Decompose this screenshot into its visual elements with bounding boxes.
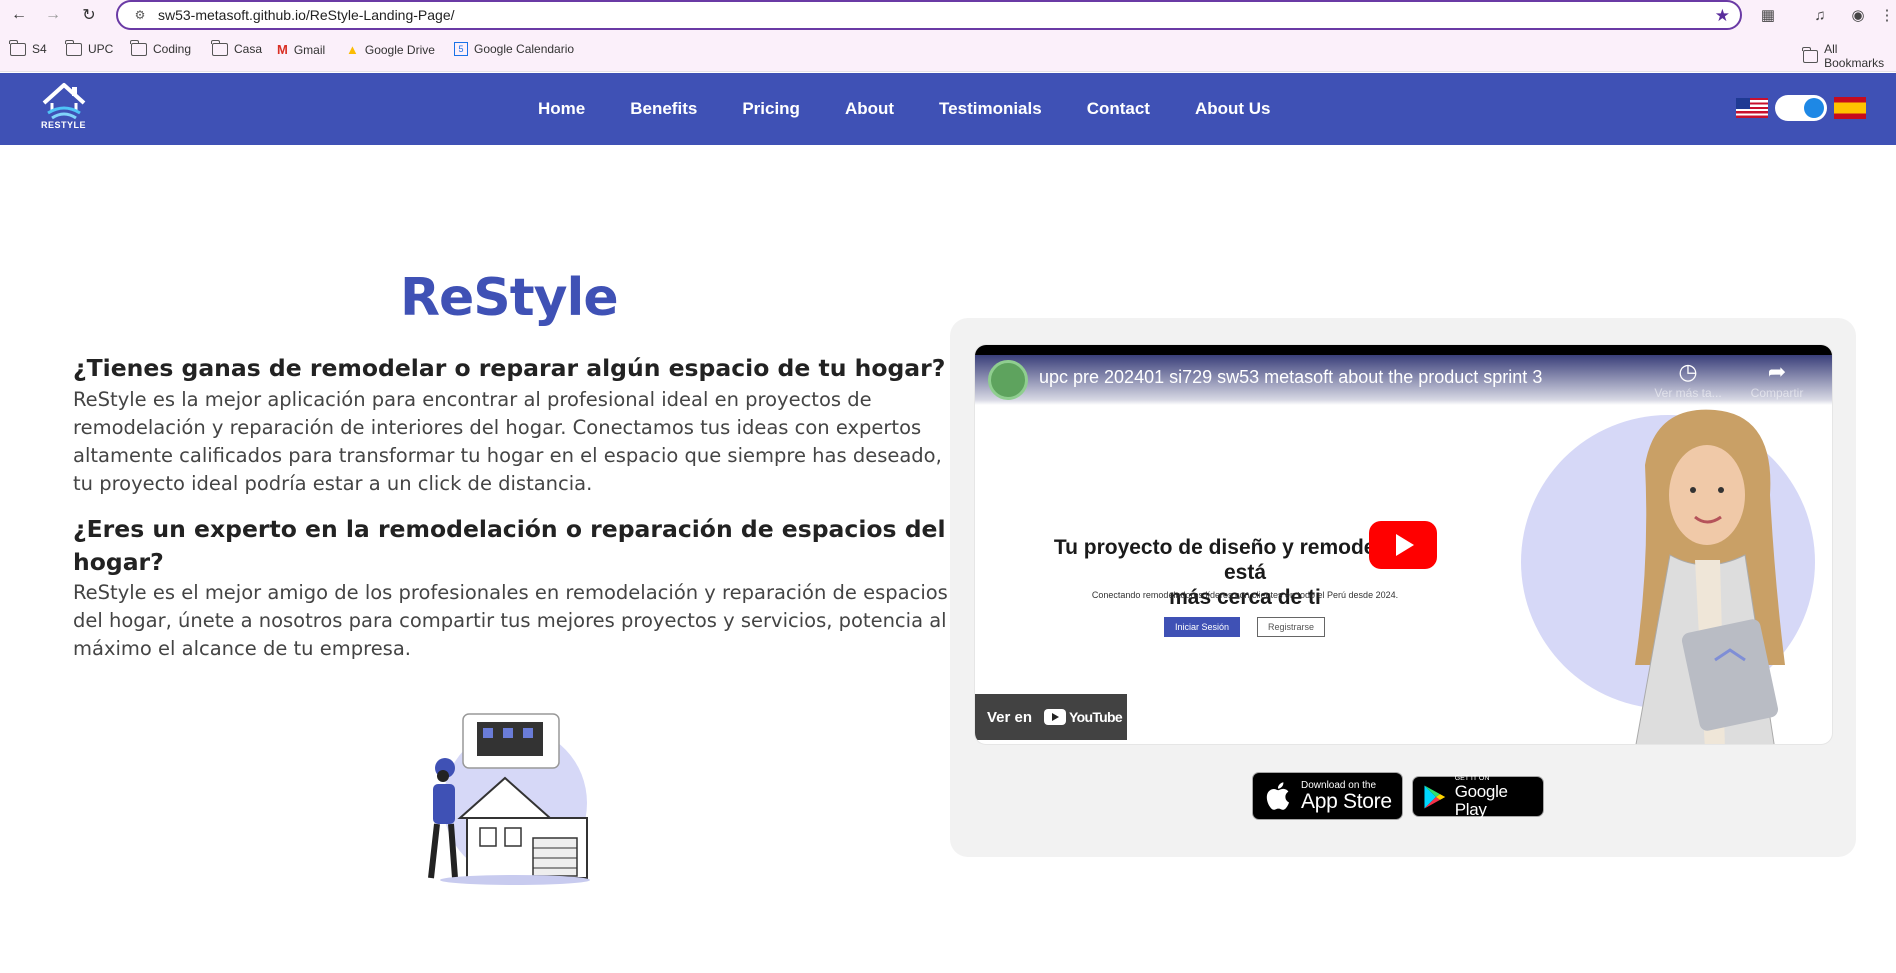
clock-icon: ◷ — [1678, 359, 1698, 384]
language-toggle[interactable] — [1775, 95, 1827, 121]
bookmark-google-drive[interactable]: ▲ Google Drive — [346, 42, 435, 57]
brand-title: ReStyle — [400, 268, 619, 328]
calendar-icon: 5 — [454, 42, 468, 56]
address-bar[interactable]: ⚙ sw53-metasoft.github.io/ReStyle-Landin… — [116, 0, 1742, 30]
share-button[interactable]: ➦ Compartir — [1737, 359, 1817, 401]
watch-later-label: Ver más ta... — [1654, 386, 1722, 400]
play-icon — [1396, 534, 1414, 556]
nav-contact[interactable]: Contact — [1087, 99, 1150, 119]
app-store-big-text: App Store — [1301, 789, 1392, 813]
video-login-button: Iniciar Sesión — [1164, 617, 1240, 637]
url-text[interactable]: sw53-metasoft.github.io/ReStyle-Landing-… — [158, 7, 455, 23]
bookmark-folder[interactable]: Casa — [211, 39, 263, 56]
bookmark-google-calendario[interactable]: 5 Google Calendario — [454, 42, 574, 56]
browser-toolbar: ← → ↻ ⚙ sw53-metasoft.github.io/ReStyle-… — [0, 0, 1896, 30]
folder-icon — [65, 39, 82, 56]
bookmark-folder[interactable]: S4 — [9, 39, 47, 56]
gmail-icon: M — [277, 42, 288, 57]
toggle-knob — [1804, 98, 1824, 118]
google-play-badge[interactable]: GET IT ON Google Play — [1412, 775, 1544, 819]
bookmark-label: Casa — [234, 42, 263, 56]
video-subtext: Conectando remodeladores líderes con cli… — [1091, 590, 1399, 600]
logo-text: RESTYLE — [41, 120, 87, 130]
folder-icon — [9, 39, 26, 56]
watch-on-label: Ver en — [987, 708, 1033, 726]
bookmark-label: S4 — [32, 42, 47, 56]
video-title[interactable]: upc pre 202401 si729 sw53 metasoft about… — [1039, 367, 1542, 388]
nav-benefits[interactable]: Benefits — [630, 99, 697, 119]
nav-home[interactable]: Home — [538, 99, 585, 119]
youtube-embed[interactable]: upc pre 202401 si729 sw53 metasoft about… — [974, 344, 1833, 745]
media-control-icon[interactable]: ♫ — [1808, 3, 1832, 27]
back-arrow-icon[interactable]: ← — [6, 2, 32, 28]
folder-icon — [211, 39, 228, 56]
bookmark-label: Google Drive — [364, 42, 435, 57]
watch-on-youtube-button[interactable]: Ver en YouTube — [975, 694, 1127, 740]
app-store-small-text: Download on the — [1301, 779, 1377, 791]
paragraph-expert: ReStyle es el mejor amigo de los profesi… — [73, 581, 948, 660]
site-settings-icon[interactable]: ⚙ — [132, 7, 148, 23]
nav-about[interactable]: About — [845, 99, 894, 119]
all-bookmarks[interactable]: All Bookmarks — [1802, 42, 1896, 70]
question-homeowner: ¿Tienes ganas de remodelar o reparar alg… — [73, 354, 946, 382]
language-switch — [1736, 95, 1866, 121]
site-header: RESTYLE Home Benefits Pricing About Test… — [0, 73, 1896, 145]
youtube-logo-icon: YouTube — [1044, 709, 1123, 725]
video-register-button: Registrarse — [1257, 617, 1325, 637]
woman-with-tablet-image — [1635, 409, 1785, 744]
share-label: Compartir — [1750, 386, 1804, 400]
bookmark-label: Gmail — [293, 42, 326, 57]
paragraph-homeowner: ReStyle es la mejor aplicación para enco… — [73, 388, 942, 495]
video-top-strip — [975, 345, 1832, 355]
youtube-wordmark: YouTube — [1069, 709, 1123, 725]
main-nav: Home Benefits Pricing About Testimonials… — [538, 99, 1316, 119]
app-store-badge[interactable]: Download on the App Store — [1252, 772, 1403, 820]
folder-icon — [130, 39, 147, 56]
question-expert-line2: hogar? — [73, 548, 164, 576]
bookmark-gmail[interactable]: M Gmail — [277, 42, 325, 57]
extensions-icon[interactable]: ▦ — [1756, 3, 1780, 27]
nav-testimonials[interactable]: Testimonials — [939, 99, 1042, 119]
profile-avatar-icon[interactable]: ◉ — [1846, 3, 1870, 27]
house-remodel-illustration — [428, 713, 590, 885]
reload-icon[interactable]: ↻ — [76, 2, 102, 28]
question-expert-line1: ¿Eres un experto en la remodelación o re… — [73, 515, 946, 543]
bookmark-label: All Bookmarks — [1824, 42, 1885, 70]
bookmark-label: UPC — [88, 42, 114, 56]
folder-icon — [1802, 46, 1819, 63]
bookmarks-bar: S4 UPC Coding Casa M Gmail ▲ Google Drive … — [0, 30, 1896, 72]
bookmark-folder[interactable]: UPC — [65, 39, 114, 56]
bookmark-star-icon[interactable]: ★ — [1715, 6, 1730, 26]
bookmark-label: Google Calendario — [474, 42, 575, 56]
play-button[interactable] — [1369, 521, 1437, 569]
apple-icon — [1266, 782, 1290, 810]
forward-arrow-icon[interactable]: → — [40, 2, 66, 28]
menu-dots-icon[interactable]: ⋮ — [1880, 3, 1895, 27]
google-play-icon — [1424, 784, 1446, 809]
bookmark-folder[interactable]: Coding — [130, 39, 192, 56]
spain-flag-icon[interactable] — [1834, 97, 1866, 119]
channel-avatar[interactable] — [988, 360, 1028, 400]
google-play-big-text: Google Play — [1454, 781, 1508, 819]
nav-pricing[interactable]: Pricing — [742, 99, 800, 119]
watch-later-button[interactable]: ◷ Ver más ta... — [1653, 359, 1723, 401]
bookmark-label: Coding — [153, 42, 192, 56]
share-arrow-icon: ➦ — [1767, 359, 1787, 384]
nav-about-us[interactable]: About Us — [1195, 99, 1271, 119]
google-drive-icon: ▲ — [346, 42, 359, 57]
us-flag-icon[interactable] — [1736, 98, 1768, 118]
